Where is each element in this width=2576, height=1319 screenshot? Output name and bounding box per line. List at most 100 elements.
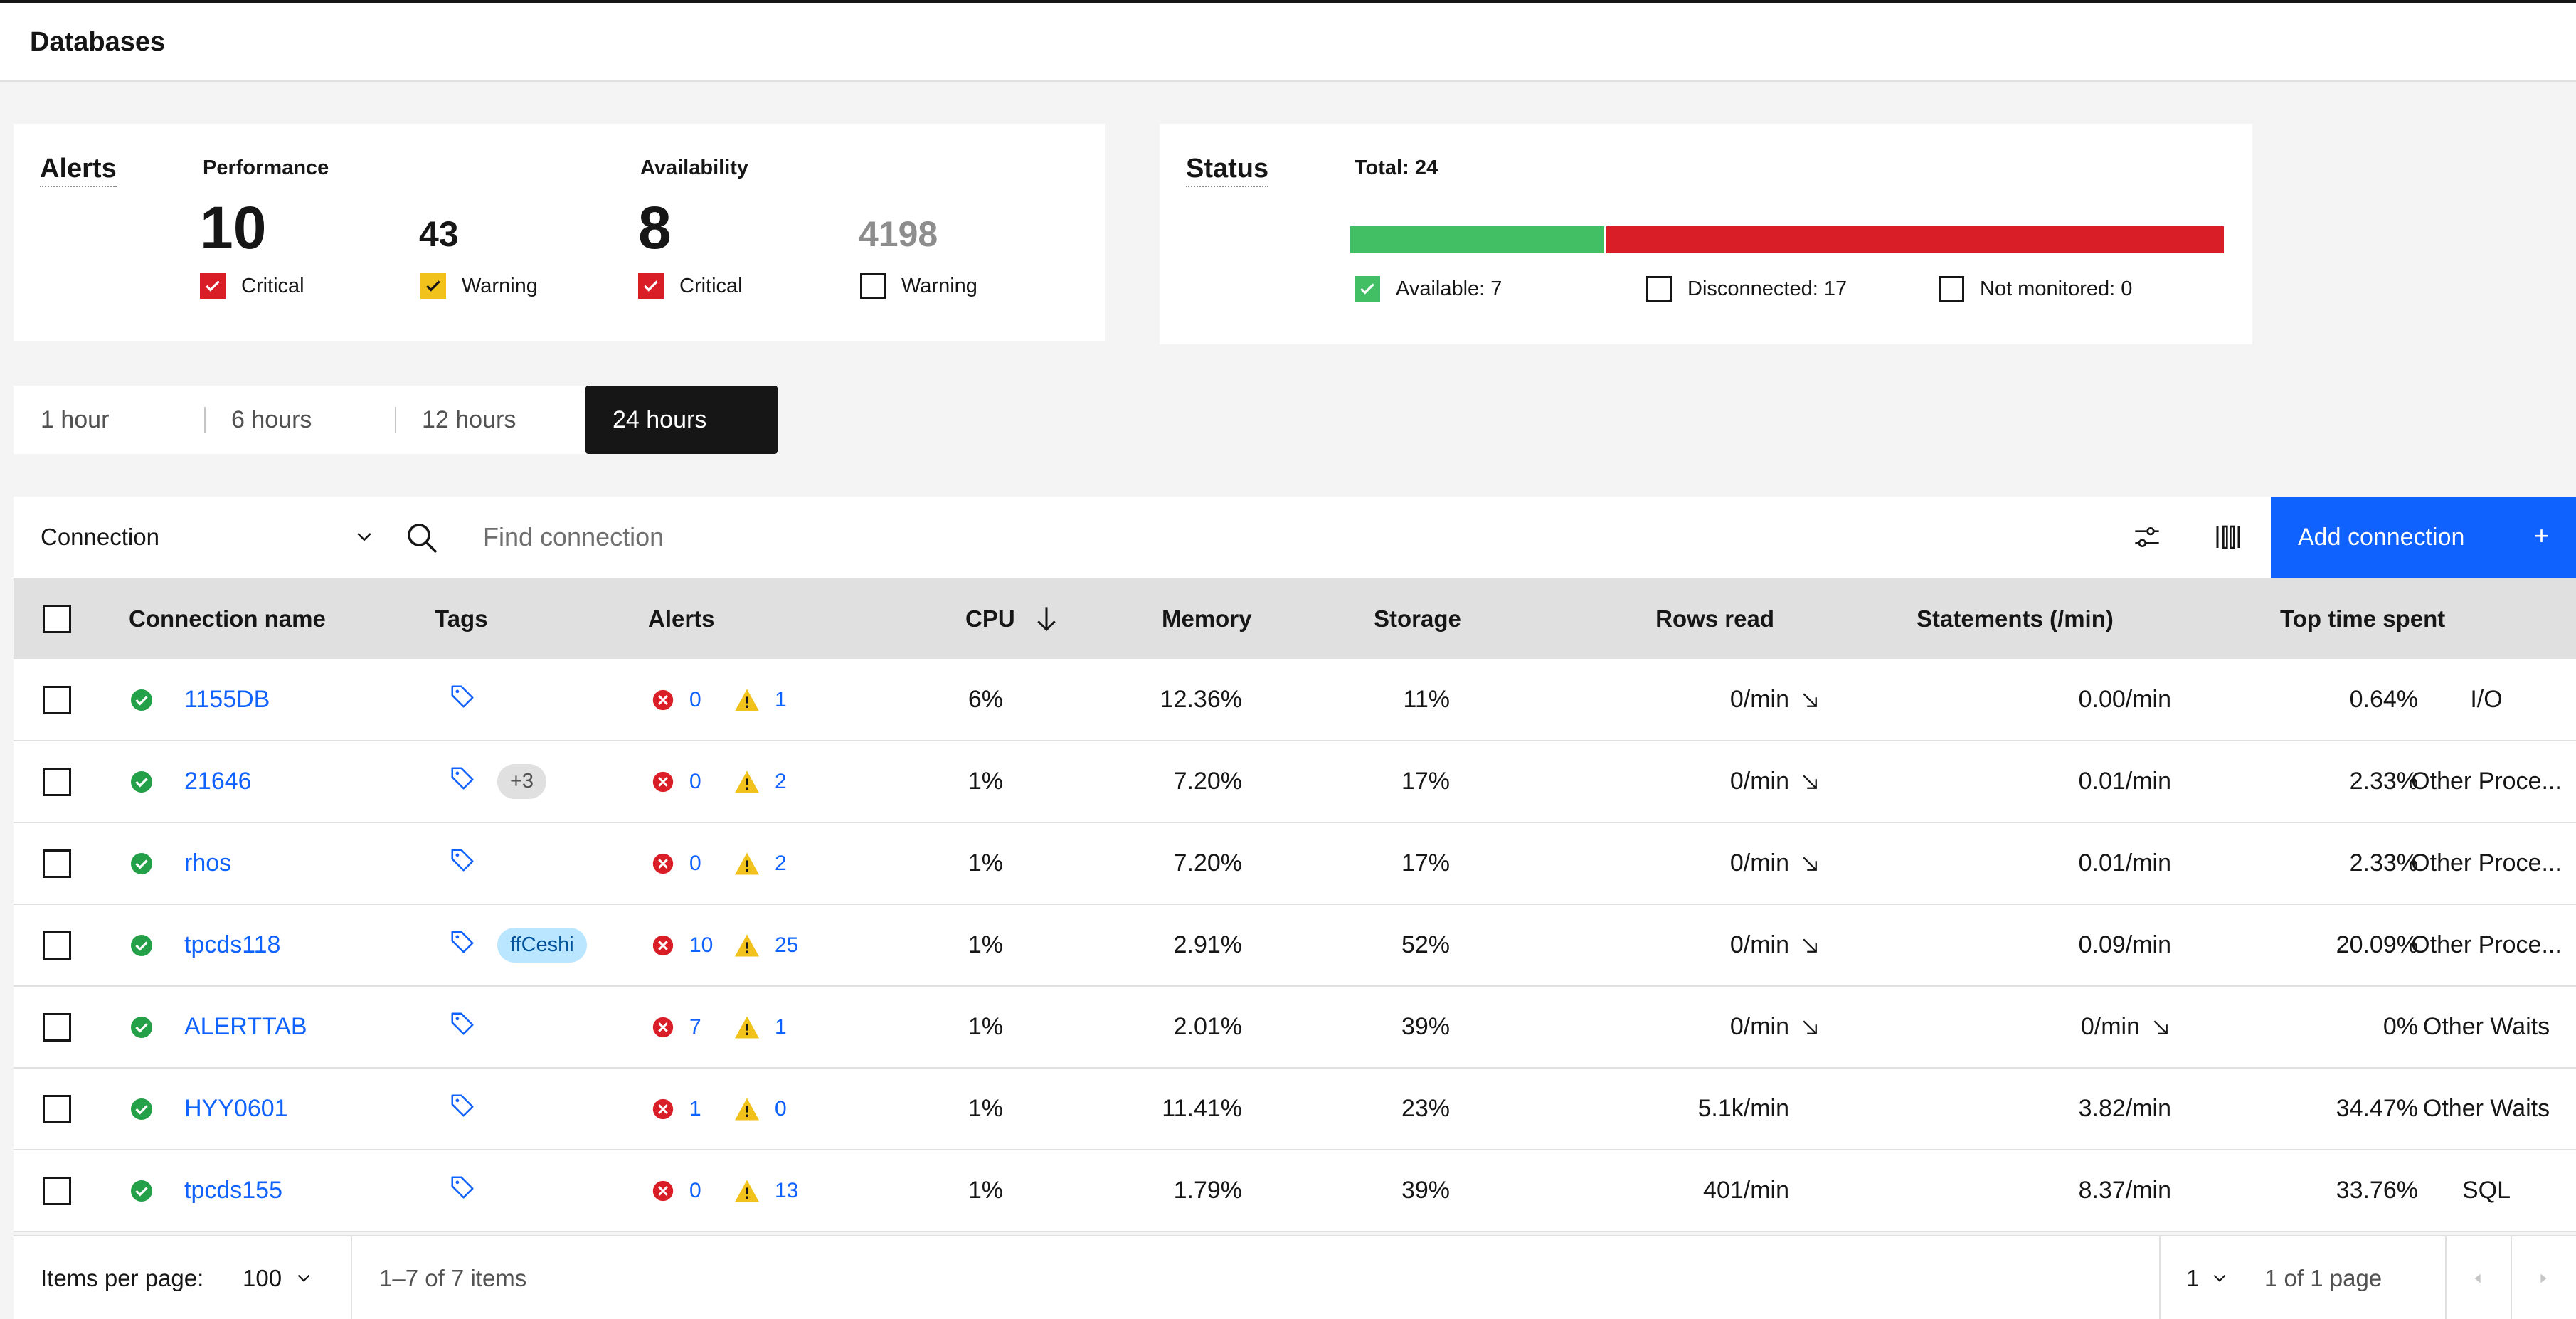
performance-warning-legend[interactable]: Warning — [420, 273, 538, 299]
tag-icon[interactable] — [449, 1174, 476, 1207]
tag-icon[interactable] — [449, 847, 476, 880]
alerts-cell[interactable]: 0 1 — [651, 660, 787, 740]
sort-descending-icon[interactable] — [1032, 603, 1061, 635]
performance-warning-count[interactable]: 43 — [419, 216, 459, 252]
table-row[interactable]: 21646 +3 0 2 1% 7.20% 17% 0/min 0.01/min… — [14, 741, 2576, 823]
not-monitored-legend[interactable]: Not monitored: 0 — [1939, 276, 2132, 302]
column-settings-icon[interactable] — [2209, 518, 2247, 556]
statements-value: 0.01/min — [2078, 849, 2171, 876]
availability-critical-legend[interactable]: Critical — [638, 273, 743, 299]
connection-name-link[interactable]: HYY0601 — [184, 1069, 288, 1149]
available-checkbox-icon[interactable] — [1355, 276, 1380, 302]
time-tab-1-hour[interactable]: 1 hour — [14, 386, 204, 454]
tag-pill[interactable]: ffCeshi — [497, 928, 587, 963]
filter-settings-icon[interactable] — [2128, 518, 2166, 556]
warning-count[interactable]: 2 — [775, 770, 787, 794]
tag-pill[interactable]: +3 — [497, 764, 547, 799]
connection-name-link[interactable]: 1155DB — [184, 660, 270, 740]
connection-name-link[interactable]: tpcds118 — [184, 905, 280, 985]
table-row[interactable]: HYY0601 1 0 1% 11.41% 23% 5.1k/min 3.82/… — [14, 1069, 2576, 1150]
column-header-connection-name[interactable]: Connection name — [129, 578, 326, 660]
not-monitored-checkbox-icon[interactable] — [1939, 276, 1964, 302]
availability-warning-count[interactable]: 4198 — [859, 216, 938, 252]
row-checkbox[interactable] — [43, 849, 71, 878]
time-tab-6-hours[interactable]: 6 hours — [204, 386, 395, 454]
status-title[interactable]: Status — [1186, 154, 1269, 187]
disconnected-legend[interactable]: Disconnected: 17 — [1646, 276, 1847, 302]
trend-down-icon — [1799, 935, 1820, 956]
connection-name-link[interactable]: tpcds155 — [184, 1150, 282, 1231]
availability-warning-legend[interactable]: Warning — [860, 273, 977, 299]
alerts-cell[interactable]: 0 2 — [651, 823, 787, 904]
column-header-alerts[interactable]: Alerts — [648, 578, 715, 660]
time-tab-24-hours[interactable]: 24 hours — [585, 386, 778, 454]
warning-count[interactable]: 0 — [775, 1097, 787, 1121]
next-page-button[interactable] — [2511, 1236, 2576, 1319]
tag-icon[interactable] — [449, 683, 476, 716]
column-header-cpu[interactable]: CPU — [965, 578, 1061, 660]
row-checkbox[interactable] — [43, 685, 71, 714]
status-bar[interactable] — [1350, 226, 2224, 253]
tag-icon[interactable] — [449, 1010, 476, 1044]
row-checkbox[interactable] — [43, 1176, 71, 1205]
tag-icon[interactable] — [449, 1092, 476, 1125]
tag-icon[interactable] — [449, 765, 476, 798]
connection-name-link[interactable]: 21646 — [184, 741, 252, 822]
available-legend[interactable]: Available: 7 — [1355, 276, 1502, 302]
availability-critical-count[interactable]: 8 — [638, 198, 672, 258]
column-header-rows-read[interactable]: Rows read — [1543, 578, 1774, 660]
connection-name-link[interactable]: rhos — [184, 823, 231, 904]
search-input[interactable] — [483, 497, 1621, 578]
page-select[interactable]: 1 — [2186, 1236, 2229, 1319]
critical-count[interactable]: 0 — [689, 852, 733, 876]
row-checkbox[interactable] — [43, 1012, 71, 1042]
warning-checkbox-icon[interactable] — [860, 273, 886, 299]
table-row[interactable]: tpcds155 0 13 1% 1.79% 39% 401/min 8.37/… — [14, 1150, 2576, 1232]
warning-count[interactable]: 1 — [775, 688, 787, 712]
row-checkbox[interactable] — [43, 767, 71, 796]
alerts-title[interactable]: Alerts — [40, 154, 117, 187]
status-bar-disconnected[interactable] — [1606, 226, 2224, 253]
item-range: 1–7 of 7 items — [379, 1265, 527, 1291]
alerts-cell[interactable]: 0 2 — [651, 741, 787, 822]
column-header-top-time-spent[interactable]: Top time spent — [2280, 578, 2445, 660]
warning-count[interactable]: 25 — [775, 933, 798, 958]
items-per-page-select[interactable]: 100 — [243, 1236, 313, 1319]
table-row[interactable]: ALERTTAB 7 1 1% 2.01% 39% 0/min 0/min 0%… — [14, 987, 2576, 1069]
time-tab-12-hours[interactable]: 12 hours — [395, 386, 585, 454]
row-checkbox[interactable] — [43, 1094, 71, 1123]
select-all-checkbox[interactable] — [43, 604, 71, 633]
performance-critical-legend[interactable]: Critical — [200, 273, 304, 299]
disconnected-checkbox-icon[interactable] — [1646, 276, 1672, 302]
status-bar-available[interactable] — [1350, 226, 1605, 253]
connection-name-link[interactable]: ALERTTAB — [184, 987, 307, 1067]
table-row[interactable]: rhos 0 2 1% 7.20% 17% 0/min 0.01/min 2.3… — [14, 823, 2576, 905]
warning-count[interactable]: 2 — [775, 852, 787, 876]
warning-count[interactable]: 13 — [775, 1179, 798, 1203]
alerts-cell[interactable]: 1 0 — [651, 1069, 787, 1149]
alerts-cell[interactable]: 7 1 — [651, 987, 787, 1067]
table-row[interactable]: 1155DB 0 1 6% 12.36% 11% 0/min 0.00/min … — [14, 660, 2576, 741]
column-header-storage[interactable]: Storage — [1374, 578, 1461, 660]
critical-count[interactable]: 1 — [689, 1097, 733, 1121]
previous-page-button[interactable] — [2445, 1236, 2511, 1319]
column-header-statements[interactable]: Statements (/min) — [1917, 578, 2114, 660]
performance-critical-count[interactable]: 10 — [200, 198, 266, 258]
column-header-memory[interactable]: Memory — [1162, 578, 1252, 660]
critical-checkbox-icon[interactable] — [638, 273, 664, 299]
warning-checkbox-icon[interactable] — [420, 273, 446, 299]
connection-filter-dropdown[interactable]: Connection — [41, 497, 375, 578]
tag-icon[interactable] — [449, 928, 476, 962]
add-connection-button[interactable]: Add connection + — [2271, 497, 2576, 578]
row-checkbox[interactable] — [43, 931, 71, 960]
alerts-cell[interactable]: 10 25 — [651, 905, 798, 985]
critical-count[interactable]: 0 — [689, 770, 733, 794]
critical-count[interactable]: 0 — [689, 688, 733, 712]
table-row[interactable]: tpcds118 ffCeshi 10 25 1% 2.91% 52% 0/mi… — [14, 905, 2576, 987]
critical-count[interactable]: 10 — [689, 933, 733, 958]
critical-count[interactable]: 0 — [689, 1179, 733, 1203]
critical-count[interactable]: 7 — [689, 1015, 733, 1039]
alerts-cell[interactable]: 0 13 — [651, 1150, 798, 1231]
critical-checkbox-icon[interactable] — [200, 273, 226, 299]
warning-count[interactable]: 1 — [775, 1015, 787, 1039]
